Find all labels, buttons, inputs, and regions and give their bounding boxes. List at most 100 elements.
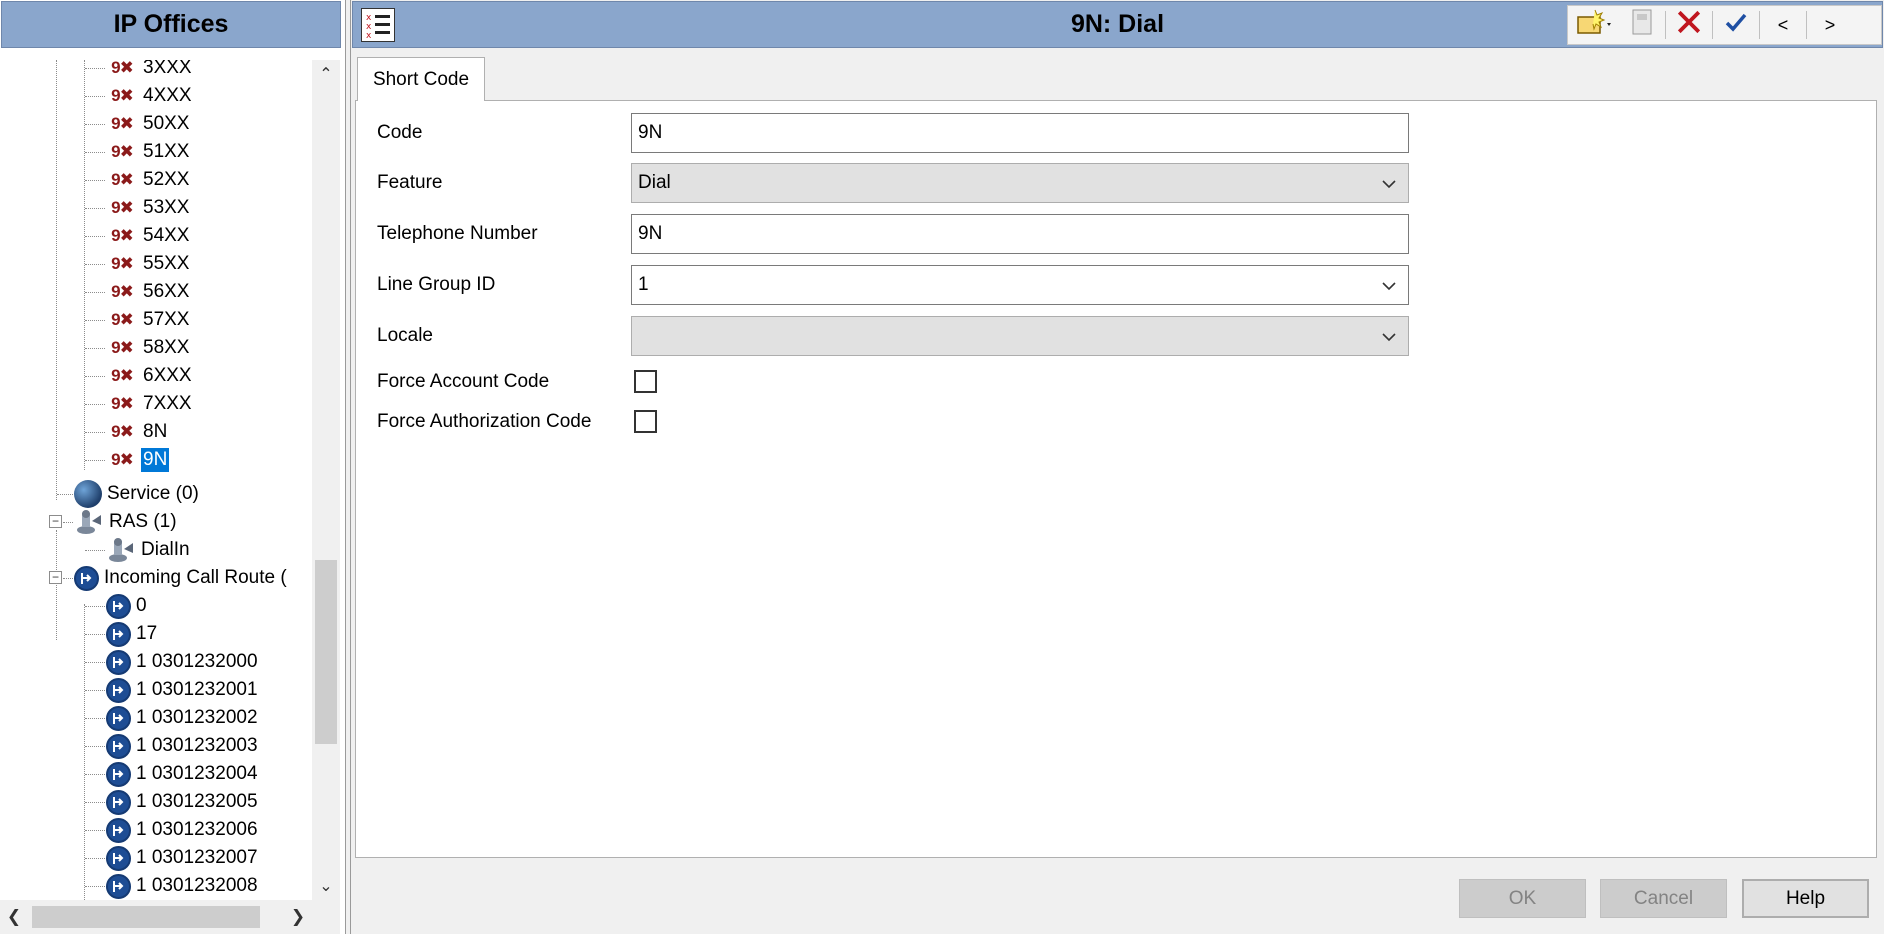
tree-item-incoming-route[interactable]: 1 0301232005 xyxy=(106,788,260,816)
incoming-route-icon xyxy=(106,873,131,899)
locale-select[interactable] xyxy=(631,316,1409,356)
tree-item-label: 57XX xyxy=(143,309,190,330)
tree-item-short-code[interactable]: 9✖ 4XXX xyxy=(106,82,194,110)
tree-item-ras[interactable]: RAS (1) xyxy=(74,508,179,536)
short-code-icon: 9✖ xyxy=(111,338,134,357)
tree-item-incoming-route[interactable]: 1 0301232004 xyxy=(106,760,260,788)
feature-label: Feature xyxy=(377,172,443,193)
scroll-left-arrow-icon[interactable]: ❮ xyxy=(0,900,28,934)
ras-icon xyxy=(74,509,104,535)
tree-item-short-code[interactable]: 9✖ 55XX xyxy=(106,250,191,278)
tree-item-dialin[interactable]: DialIn xyxy=(106,536,192,564)
scroll-down-arrow-icon[interactable]: ⌄ xyxy=(312,872,340,900)
tree-item-incoming-route[interactable]: 1 0301232006 xyxy=(106,816,260,844)
tree-item-incoming-route[interactable]: 1 0301232008 xyxy=(106,872,260,900)
scrollbar-corner xyxy=(312,900,340,934)
ok-button[interactable]: OK xyxy=(1459,879,1586,918)
force-account-code-checkbox[interactable] xyxy=(634,370,657,393)
incoming-route-icon xyxy=(106,593,131,619)
tree-item-incoming-route[interactable]: 1 0301232003 xyxy=(106,732,260,760)
tree-item-short-code[interactable]: 9✖ 57XX xyxy=(106,306,191,334)
tree-item-label: 50XX xyxy=(143,113,190,134)
telephone-number-input[interactable]: 9N xyxy=(631,214,1409,254)
tree-item-label: 1 0301232007 xyxy=(136,847,258,868)
tree-item-incoming-route[interactable]: 1 0301232000 xyxy=(106,648,260,676)
toolbar-separator xyxy=(1759,11,1760,39)
incoming-route-icon xyxy=(106,845,131,871)
details-toolbar: < > xyxy=(1567,5,1882,45)
previous-button[interactable]: < xyxy=(1763,7,1803,43)
feature-select-value: Dial xyxy=(638,172,671,193)
new-icon xyxy=(1575,7,1615,43)
tree-item-label: 17 xyxy=(136,623,158,644)
incoming-route-icon xyxy=(74,565,99,591)
tree-item-short-code[interactable]: 9✖ 52XX xyxy=(106,166,191,194)
tree-item-short-code[interactable]: 9✖ 8N xyxy=(106,418,169,446)
scroll-right-arrow-icon[interactable]: ❯ xyxy=(284,900,312,934)
feature-select[interactable]: Dial xyxy=(631,163,1409,203)
short-code-icon: 9✖ xyxy=(111,60,134,77)
tree-horizontal-scrollbar[interactable]: ❮ ❯ xyxy=(0,900,312,934)
tree-pane: IP Offices 9✖ 3XXX 9✖ 4XXX 9✖ 50XX 9✖ 51XX 9✖ 52X… xyxy=(0,0,346,934)
tree-item-short-code[interactable]: 9✖ 58XX xyxy=(106,334,191,362)
tree-item-short-code[interactable]: 9✖ 6XXX xyxy=(106,362,194,390)
tree-item-incoming-route[interactable]: 0 xyxy=(106,592,149,620)
scroll-up-arrow-icon[interactable]: ⌃ xyxy=(312,60,340,88)
chevron-down-icon xyxy=(1382,282,1396,291)
checkmark-icon xyxy=(1724,10,1748,40)
next-button[interactable]: > xyxy=(1810,7,1850,43)
tree-item-short-code[interactable]: 9✖ 50XX xyxy=(106,110,191,138)
tree-item-short-code[interactable]: 9✖ 53XX xyxy=(106,194,191,222)
tree-item-short-code[interactable]: 9✖ 9N xyxy=(106,446,170,474)
delete-button[interactable] xyxy=(1669,7,1709,43)
incoming-route-icon xyxy=(106,705,131,731)
tree-expander-ras[interactable]: − xyxy=(49,515,62,528)
line-group-id-select[interactable]: 1 xyxy=(631,265,1409,305)
locale-label: Locale xyxy=(377,325,433,346)
code-input-value: 9N xyxy=(638,122,663,143)
tree-item-incoming-route[interactable]: 1 0301232007 xyxy=(106,844,260,872)
tree-item-incoming-route[interactable]: 17 xyxy=(106,620,159,648)
line-group-id-value: 1 xyxy=(638,274,649,295)
cancel-button[interactable]: Cancel xyxy=(1600,879,1727,918)
help-button[interactable]: Help xyxy=(1742,879,1869,918)
export-button[interactable] xyxy=(1622,7,1662,43)
tree-item-label: 8N xyxy=(143,421,168,442)
tree-item-label: 52XX xyxy=(143,169,190,190)
vertical-scroll-thumb[interactable] xyxy=(315,560,337,744)
tree-item-label: 1 0301232006 xyxy=(136,819,258,840)
horizontal-scroll-thumb[interactable] xyxy=(32,906,260,928)
tree-item-short-code[interactable]: 9✖ 3XXX xyxy=(106,60,194,82)
tree-item-label: 1 0301232005 xyxy=(136,791,258,812)
tree-item-service[interactable]: Service (0) xyxy=(74,480,201,508)
tree-item-short-code[interactable]: 9✖ 51XX xyxy=(106,138,191,166)
short-code-icon: 9✖ xyxy=(111,170,134,189)
tree-item-incoming-route[interactable]: 1 0301232001 xyxy=(106,676,260,704)
toolbar-separator xyxy=(1712,11,1713,39)
incoming-route-icon xyxy=(106,621,131,647)
tree-item-label: 1 0301232008 xyxy=(136,875,258,896)
validate-button[interactable] xyxy=(1716,7,1756,43)
short-code-list-icon[interactable]: x x x xyxy=(361,8,395,42)
tree-vertical-scrollbar[interactable]: ⌃ ⌄ xyxy=(312,60,340,900)
tree-item-label: 9N xyxy=(141,448,170,472)
tree-item-label: 1 0301232003 xyxy=(136,735,258,756)
tree-item-short-code[interactable]: 9✖ 56XX xyxy=(106,278,191,306)
short-code-icon: 9✖ xyxy=(111,254,134,273)
tree-item-short-code[interactable]: 9✖ 54XX xyxy=(106,222,191,250)
tree-item-short-code[interactable]: 9✖ 7XXX xyxy=(106,390,194,418)
tree-item-label: 6XXX xyxy=(143,365,192,386)
tree-item-incoming-call-route[interactable]: Incoming Call Route ( xyxy=(74,564,289,592)
chevron-down-icon xyxy=(1382,333,1396,342)
incoming-route-icon xyxy=(106,733,131,759)
tree-pane-title: IP Offices xyxy=(1,1,341,48)
tab-short-code[interactable]: Short Code xyxy=(357,57,485,101)
tree-item-incoming-route[interactable]: 1 0301232002 xyxy=(106,704,260,732)
tree-expander-incoming-call-route[interactable]: − xyxy=(49,571,62,584)
delete-icon xyxy=(1676,9,1702,41)
code-input[interactable]: 9N xyxy=(631,113,1409,153)
short-code-icon: 9✖ xyxy=(111,450,134,469)
new-button[interactable] xyxy=(1568,7,1622,43)
force-authorization-code-checkbox[interactable] xyxy=(634,410,657,433)
short-code-icon: 9✖ xyxy=(111,142,134,161)
